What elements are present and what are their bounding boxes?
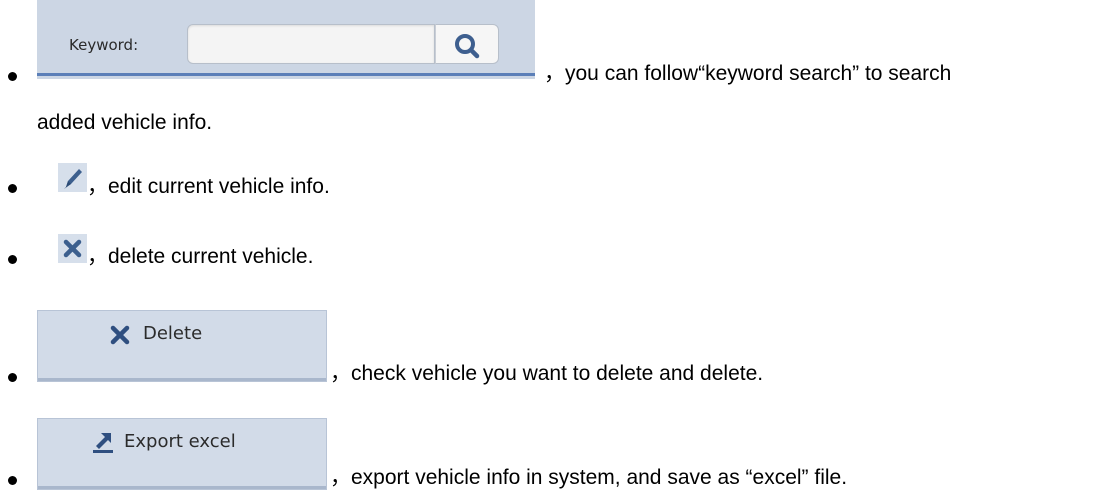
edit-icon-tile — [58, 163, 87, 192]
item-text: ，delete current vehicle. — [87, 245, 314, 268]
export-button-label: Export excel — [124, 431, 236, 452]
bullet-dot — [8, 373, 17, 382]
delete-button-label: Delete — [143, 323, 203, 344]
delete-icon-tile — [58, 234, 87, 263]
close-icon — [63, 239, 82, 258]
close-icon — [110, 325, 130, 345]
item-text: ，edit current vehicle info. — [87, 175, 330, 198]
search-button[interactable] — [435, 24, 499, 64]
item-text: ，check vehicle you want to delete and de… — [330, 362, 764, 385]
pencil-icon — [64, 169, 82, 189]
bullet-dot — [8, 476, 17, 485]
item-text-line1: ，you can follow“keyword search” to searc… — [544, 62, 952, 85]
button-bottom-edge — [38, 486, 326, 489]
keyword-label: Keyword: — [69, 36, 139, 54]
export-excel-button[interactable]: Export excel — [37, 418, 327, 490]
bullet-dot — [8, 255, 17, 264]
delete-button[interactable]: Delete — [37, 310, 327, 382]
bullet-dot — [8, 184, 17, 193]
export-icon — [93, 433, 113, 453]
button-bottom-edge — [38, 378, 326, 381]
item-text-line2: added vehicle info. — [37, 111, 213, 134]
keyword-search-widget: Keyword: — [37, 0, 535, 79]
bullet-dot — [8, 72, 17, 81]
search-icon — [455, 34, 480, 59]
widget-underline — [37, 73, 535, 76]
keyword-input[interactable] — [187, 24, 435, 64]
item-text: ，export vehicle info in system, and save… — [330, 466, 848, 489]
